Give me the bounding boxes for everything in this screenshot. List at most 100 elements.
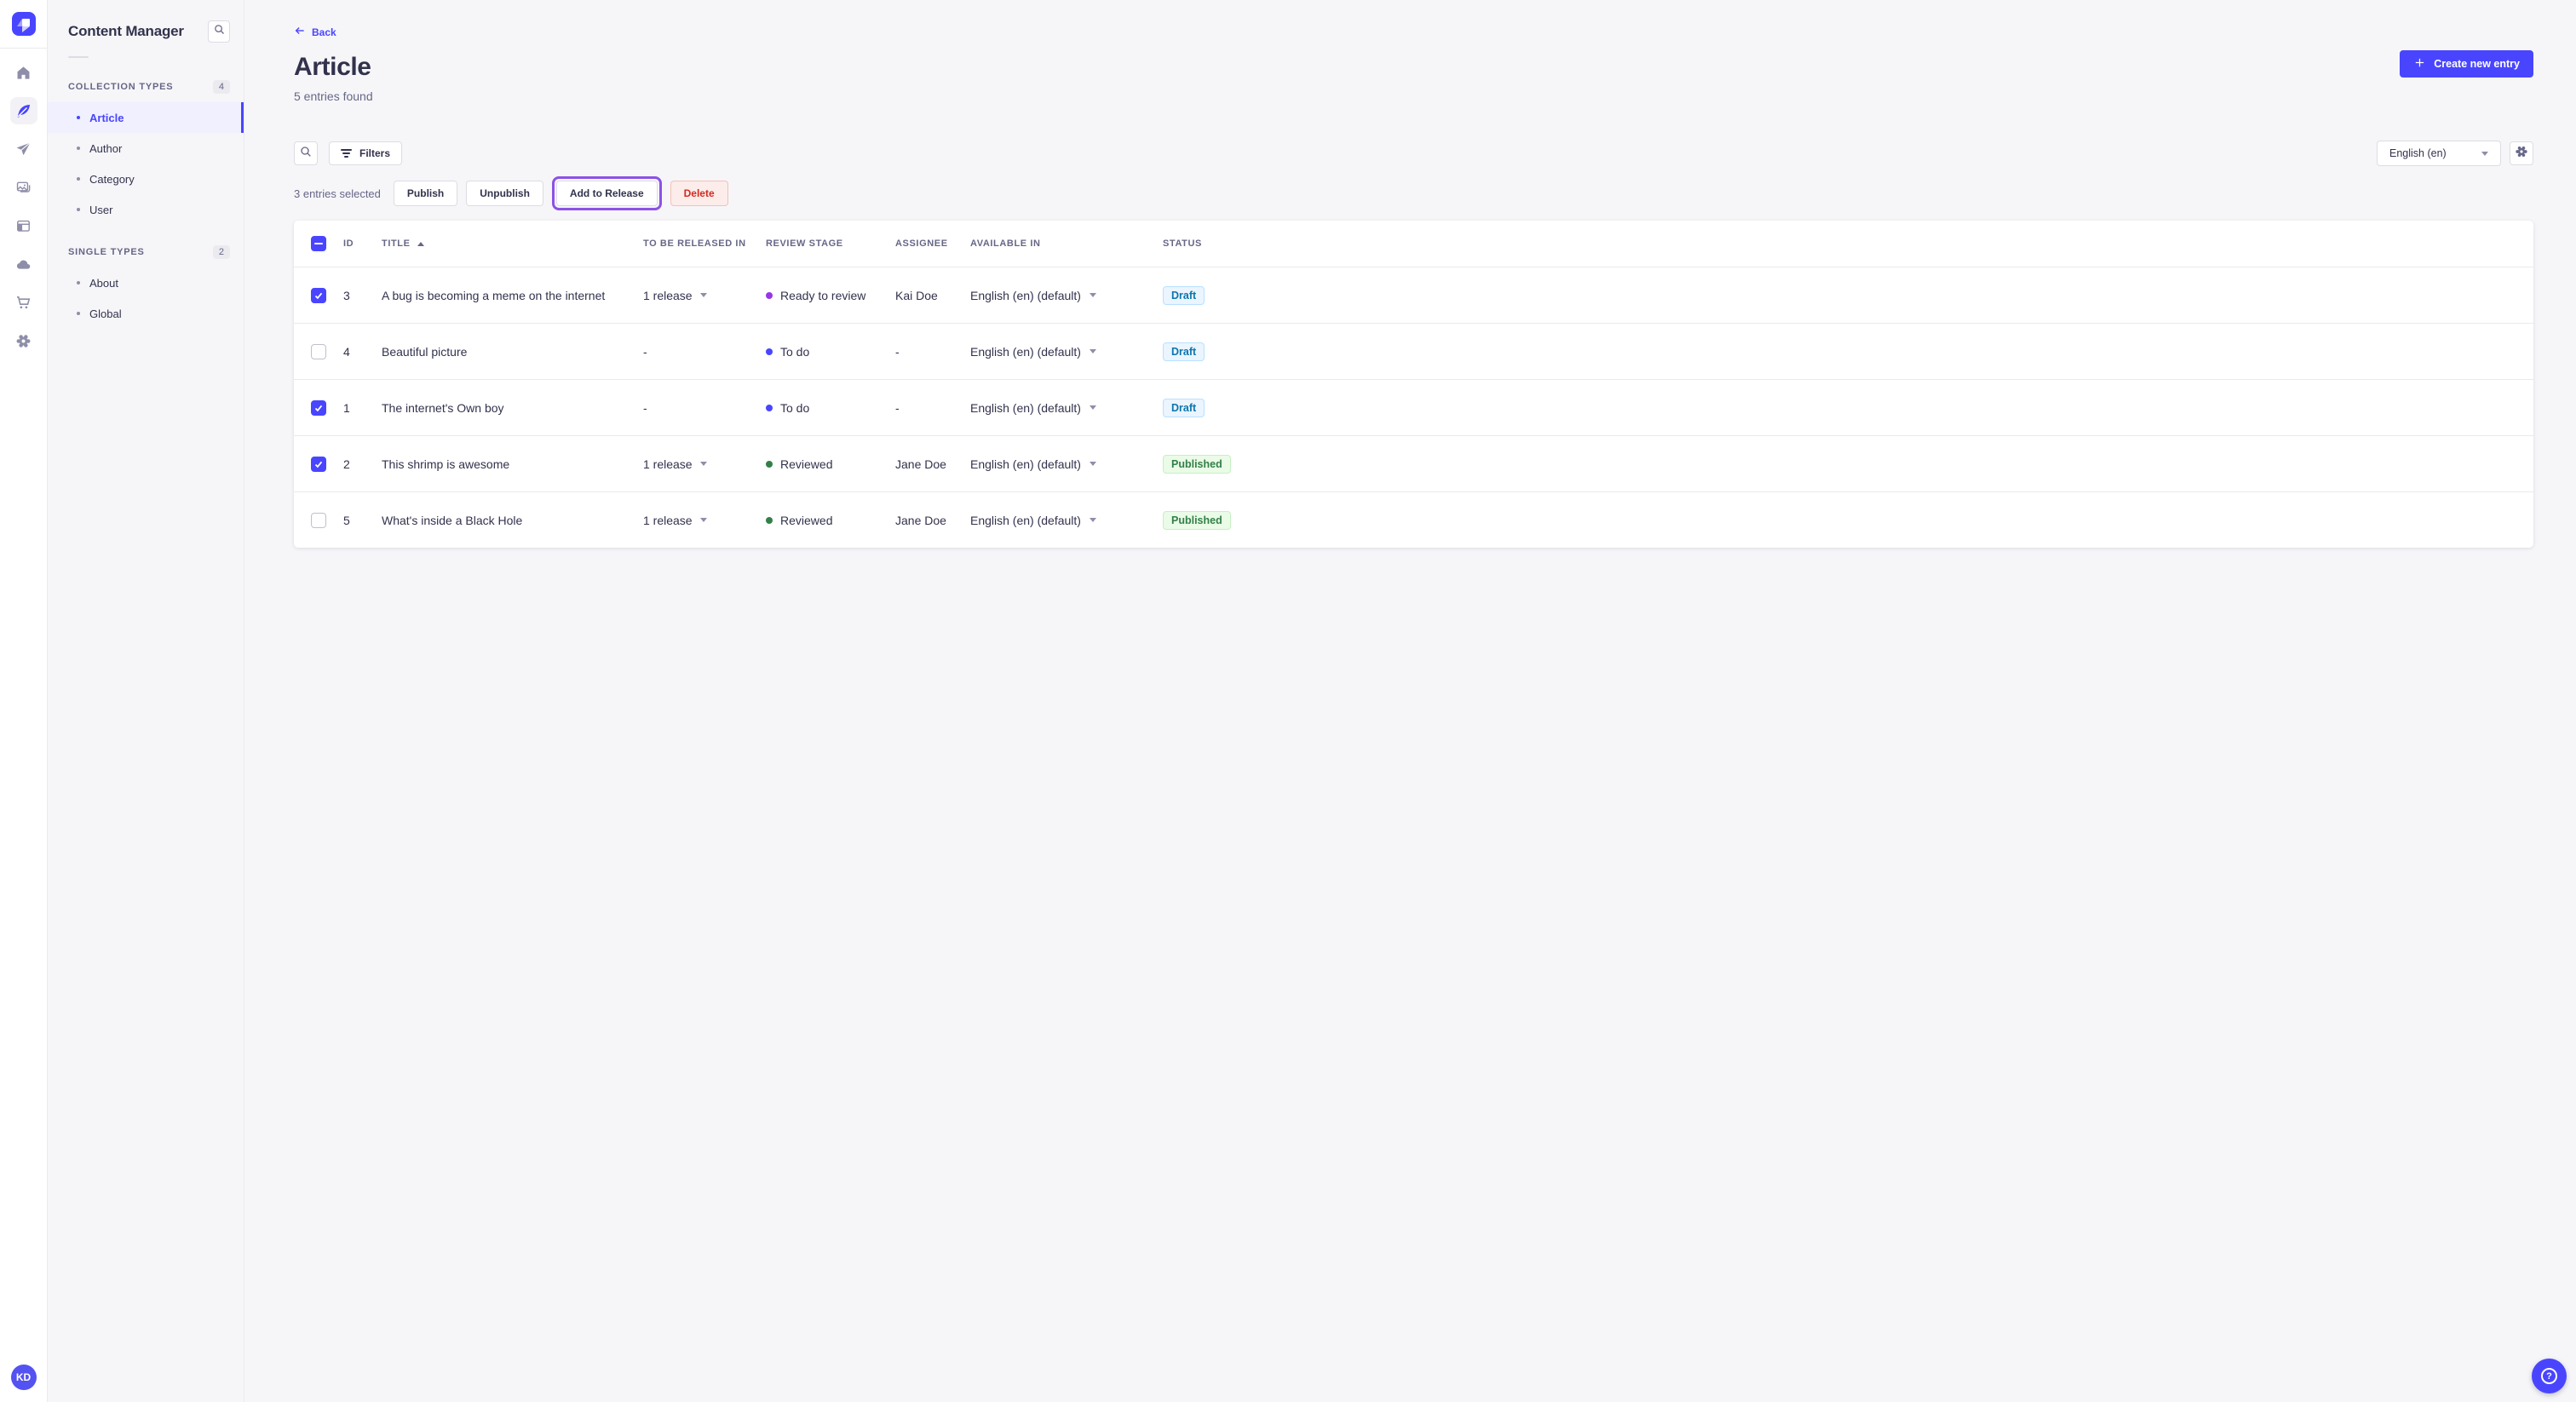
release-cell[interactable]: 1 release	[643, 457, 766, 471]
row-checkbox[interactable]	[311, 287, 326, 303]
select-all-checkbox[interactable]	[311, 236, 326, 251]
cell-id: 5	[343, 513, 350, 527]
cell-id: 2	[343, 457, 350, 471]
row-checkbox[interactable]	[311, 456, 326, 472]
chevron-down-icon	[1089, 349, 1096, 353]
filter-icon	[341, 148, 352, 158]
settings-gear-icon[interactable]	[10, 327, 37, 354]
locale-cell[interactable]: English (en) (default)	[970, 514, 1163, 527]
help-button[interactable]: ?	[2532, 1359, 2567, 1393]
gear-icon	[2515, 145, 2528, 163]
view-settings-button[interactable]	[2510, 141, 2533, 165]
chevron-down-icon	[1089, 518, 1096, 522]
sidebar-item-label: User	[89, 203, 113, 216]
home-icon[interactable]	[10, 59, 37, 86]
row-checkbox[interactable]	[311, 399, 326, 416]
column-header-available-in: AVAILABLE IN	[970, 238, 1041, 249]
deploy-cloud-icon[interactable]	[10, 250, 37, 278]
sidebar-item-global[interactable]: Global	[48, 298, 244, 329]
release-cell[interactable]: 1 release	[643, 514, 766, 527]
cell-assignee: Kai Doe	[895, 288, 938, 302]
page-title: Article	[294, 53, 371, 81]
publish-button[interactable]: Publish	[393, 181, 458, 206]
cell-title: This shrimp is awesome	[382, 457, 510, 471]
release-cell: -	[643, 344, 647, 359]
sidebar-item-author[interactable]: Author	[48, 133, 244, 164]
marketplace-cart-icon[interactable]	[10, 289, 37, 316]
content-type-builder-layout-icon[interactable]	[10, 212, 37, 239]
sidebar-item-user[interactable]: User	[48, 194, 244, 225]
table-header-row: ID TITLE TO BE RELEASED IN REVIEW STAGE …	[294, 221, 2533, 267]
cell-title: Beautiful picture	[382, 344, 468, 359]
locale-cell[interactable]: English (en) (default)	[970, 289, 1163, 302]
bullet-icon	[77, 281, 80, 284]
create-new-entry-button[interactable]: Create new entry	[2400, 50, 2533, 78]
table-row[interactable]: 5 What's inside a Black Hole 1 release R…	[294, 491, 2533, 548]
table-row[interactable]: 3 A bug is becoming a meme on the intern…	[294, 267, 2533, 323]
unpublish-button[interactable]: Unpublish	[466, 181, 543, 206]
section-label-single-types: SINGLE TYPES	[68, 247, 145, 257]
main-content: Back Article 5 entries found Create new …	[244, 0, 2576, 1402]
chevron-down-icon	[1089, 405, 1096, 410]
bullet-icon	[77, 177, 80, 181]
status-badge: Draft	[1163, 285, 1205, 305]
column-header-title[interactable]: TITLE	[382, 238, 643, 249]
content-manager-feather-icon[interactable]	[9, 97, 37, 124]
sidebar-item-label: Global	[89, 307, 122, 320]
add-to-release-button[interactable]: Add to Release	[555, 181, 658, 206]
cell-review-stage: To do	[766, 345, 895, 359]
column-header-release: TO BE RELEASED IN	[643, 238, 746, 249]
release-cell[interactable]: 1 release	[643, 289, 766, 302]
column-header-review-stage: REVIEW STAGE	[766, 238, 843, 249]
cell-id: 1	[343, 400, 350, 415]
locale-cell[interactable]: English (en) (default)	[970, 401, 1163, 415]
chevron-down-icon	[699, 518, 707, 522]
plus-icon	[2413, 56, 2426, 72]
subnav-search-button[interactable]	[208, 20, 230, 43]
table-row[interactable]: 2 This shrimp is awesome 1 release Revie…	[294, 435, 2533, 491]
stage-dot	[766, 291, 773, 299]
main-nav-rail: KD	[0, 0, 48, 1402]
delete-button[interactable]: Delete	[670, 181, 728, 206]
entries-table: ID TITLE TO BE RELEASED IN REVIEW STAGE …	[294, 221, 2533, 548]
locale-cell[interactable]: English (en) (default)	[970, 345, 1163, 359]
media-library-images-icon[interactable]	[10, 174, 37, 201]
sidebar-item-article[interactable]: Article	[48, 102, 244, 133]
cell-assignee: -	[895, 400, 900, 415]
status-badge: Draft	[1163, 342, 1205, 361]
collection-types-count-badge: 4	[212, 80, 230, 94]
table-row[interactable]: 1 The internet's Own boy - To do - Engli…	[294, 379, 2533, 435]
locale-cell[interactable]: English (en) (default)	[970, 457, 1163, 471]
locale-select[interactable]: English (en)	[2377, 141, 2501, 166]
strapi-logo[interactable]	[11, 12, 36, 36]
search-button[interactable]	[294, 141, 318, 165]
entries-count-text: 5 entries found	[294, 89, 373, 103]
bullet-icon	[77, 147, 80, 150]
sidebar-item-category[interactable]: Category	[48, 164, 244, 194]
bullet-icon	[77, 312, 80, 315]
chevron-down-icon	[699, 293, 707, 297]
cell-title: The internet's Own boy	[382, 400, 504, 415]
cell-title: What's inside a Black Hole	[382, 513, 523, 527]
row-checkbox[interactable]	[311, 343, 326, 359]
bullet-icon	[77, 208, 80, 211]
stage-dot	[766, 460, 773, 468]
subnav-title: Content Manager	[68, 23, 184, 39]
filters-button[interactable]: Filters	[329, 141, 403, 165]
divider	[68, 56, 89, 58]
selection-count-text: 3 entries selected	[294, 187, 381, 200]
table-row[interactable]: 4 Beautiful picture - To do - English (e…	[294, 323, 2533, 379]
single-types-count-badge: 2	[212, 245, 230, 259]
cell-id: 3	[343, 288, 350, 302]
bullet-icon	[77, 116, 80, 119]
search-icon	[299, 145, 313, 163]
releases-paper-plane-icon[interactable]	[10, 135, 37, 163]
sidebar-item-label: Article	[89, 111, 124, 124]
sidebar-item-about[interactable]: About	[48, 267, 244, 298]
chevron-down-icon	[699, 462, 707, 466]
back-link[interactable]: Back	[294, 25, 336, 39]
cell-assignee: Jane Doe	[895, 513, 946, 527]
row-checkbox[interactable]	[311, 512, 326, 528]
user-avatar[interactable]: KD	[10, 1365, 37, 1390]
sidebar-item-label: About	[89, 276, 118, 290]
